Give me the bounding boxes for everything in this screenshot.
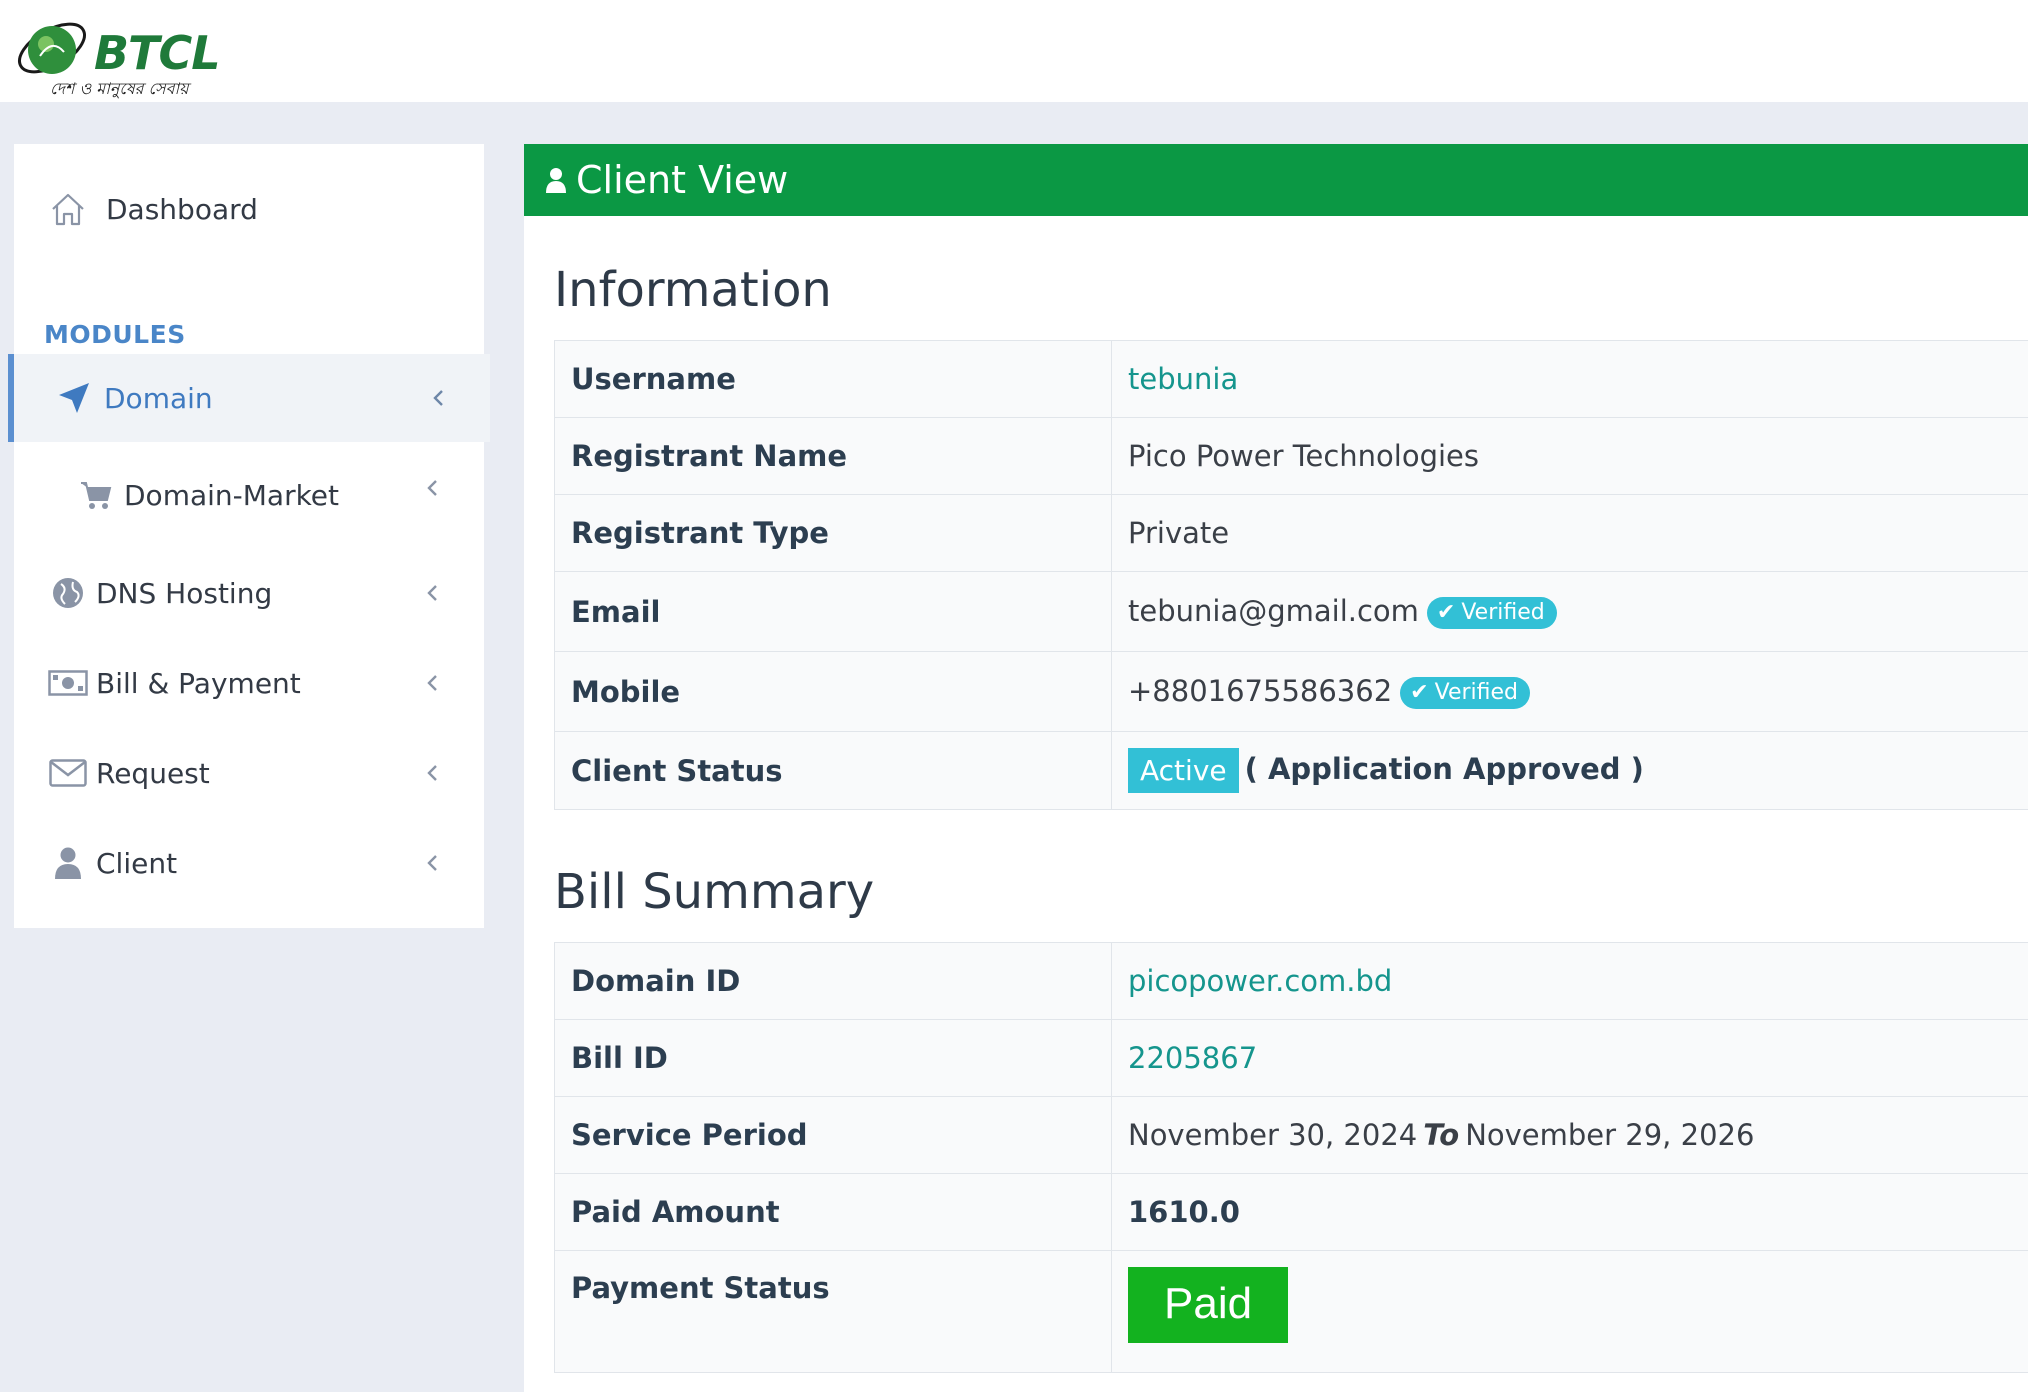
registrant-type-value: Private [1111, 494, 2028, 572]
period-start: November 30, 2024 [1128, 1118, 1418, 1152]
row-label: Paid Amount [554, 1173, 1112, 1251]
chevron-left-icon [420, 761, 444, 785]
check-icon: ✔ [1436, 600, 1456, 625]
envelope-icon [48, 753, 88, 793]
table-row: Bill ID 2205867 [554, 1019, 2028, 1097]
sidebar-item-label: Domain-Market [124, 478, 340, 512]
row-label: Username [554, 340, 1112, 418]
money-icon [48, 663, 88, 703]
btcl-logo[interactable]: BTCL দেশ ও মানুষের সেবায় [12, 4, 222, 98]
user-icon [48, 843, 88, 883]
verified-badge: ✔ Verified [1426, 597, 1557, 629]
table-row: Client Status Active( Application Approv… [554, 731, 2028, 810]
send-arrow-icon [54, 378, 94, 418]
row-label: Payment Status [554, 1250, 1112, 1373]
row-label: Mobile [554, 651, 1112, 732]
badge-label: Verified [1434, 680, 1519, 705]
sidebar: Dashboard MODULES Domain Domain-Market D… [8, 144, 490, 928]
chevron-left-icon [420, 476, 444, 500]
paid-amount-value: 1610.0 [1111, 1173, 2028, 1251]
row-label: Domain ID [554, 942, 1112, 1020]
top-header: BTCL দেশ ও মানুষের সেবায় [0, 0, 2028, 102]
table-row: Service Period November 30, 2024 To Novemb… [554, 1096, 2028, 1174]
logo-tagline: দেশ ও মানুষের সেবায় [50, 79, 189, 98]
status-badge: Active [1128, 748, 1239, 793]
badge-label: Verified [1461, 600, 1545, 625]
sidebar-item-label: Client [96, 846, 178, 880]
sidebar-item-client[interactable]: Client [14, 820, 484, 906]
bill-summary-table: Domain ID picopower.com.bd Bill ID 22058… [554, 942, 2028, 1373]
sidebar-item-request[interactable]: Request [14, 730, 484, 816]
cart-icon [76, 475, 116, 515]
user-icon [546, 168, 566, 193]
sidebar-item-domain[interactable]: Domain [8, 354, 490, 442]
row-label: Service Period [554, 1096, 1112, 1174]
mobile-value: +8801675586362 [1128, 674, 1393, 708]
sidebar-item-label: Request [96, 756, 210, 790]
chevron-left-icon [426, 386, 450, 410]
row-label: Client Status [554, 731, 1112, 810]
table-row: Domain ID picopower.com.bd [554, 942, 2028, 1020]
sidebar-item-label: Domain [104, 381, 213, 415]
verified-badge: ✔ Verified [1400, 677, 1531, 709]
sidebar-item-dns-hosting[interactable]: DNS Hosting [14, 550, 484, 636]
chevron-left-icon [420, 671, 444, 695]
registrant-name-value: Pico Power Technologies [1111, 417, 2028, 495]
panel-title: Client View [576, 158, 789, 202]
row-label: Email [554, 571, 1112, 652]
bill-summary-heading: Bill Summary [554, 864, 875, 920]
sidebar-item-dashboard[interactable]: Dashboard [14, 166, 484, 252]
sidebar-item-domain-market[interactable]: Domain-Market [14, 452, 484, 538]
logo-wordmark: BTCL [94, 26, 221, 80]
check-icon: ✔ [1410, 680, 1429, 705]
information-table: Username tebunia Registrant Name Pico Po… [554, 340, 2028, 810]
email-value: tebunia@gmail.com [1128, 594, 1419, 628]
sidebar-item-bill-payment[interactable]: Bill & Payment [14, 640, 484, 726]
period-end: November 29, 2026 [1465, 1118, 1755, 1152]
sidebar-item-label: DNS Hosting [96, 576, 273, 610]
domain-id-link[interactable]: picopower.com.bd [1128, 964, 1392, 998]
table-row: Payment Status Paid [554, 1250, 2028, 1373]
home-icon [48, 189, 88, 229]
table-row: Registrant Type Private [554, 494, 2028, 572]
modules-heading: MODULES [44, 320, 186, 349]
panel-header: Client View [524, 144, 2028, 216]
username-link[interactable]: tebunia [1128, 362, 1238, 396]
table-row: Paid Amount 1610.0 [554, 1173, 2028, 1251]
chevron-left-icon [420, 581, 444, 605]
row-label: Registrant Type [554, 494, 1112, 572]
table-row: Email tebunia@gmail.com ✔ Verified [554, 571, 2028, 652]
paid-status-button[interactable]: Paid [1128, 1267, 1289, 1343]
row-label: Bill ID [554, 1019, 1112, 1097]
table-row: Username tebunia [554, 340, 2028, 418]
table-row: Registrant Name Pico Power Technologies [554, 417, 2028, 495]
bill-id-link[interactable]: 2205867 [1128, 1041, 1257, 1075]
sidebar-item-label: Dashboard [106, 192, 258, 226]
panel-body: Information Username tebunia Registrant … [524, 216, 2028, 1392]
period-to-word: To [1423, 1118, 1460, 1152]
globe-icon [48, 573, 88, 613]
table-row: Mobile +8801675586362 ✔ Verified [554, 651, 2028, 732]
sidebar-item-label: Bill & Payment [96, 666, 301, 700]
information-heading: Information [554, 262, 832, 318]
chevron-left-icon [420, 851, 444, 875]
row-label: Registrant Name [554, 417, 1112, 495]
approval-note: ( Application Approved ) [1244, 751, 1644, 786]
